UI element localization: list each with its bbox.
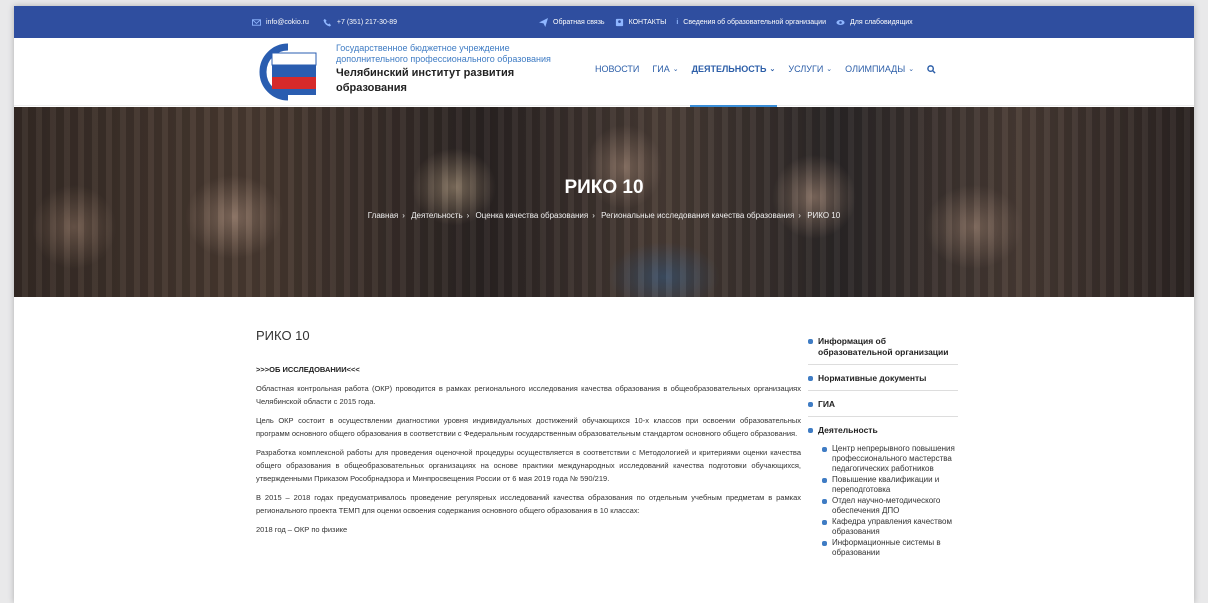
nav-services-label: УСЛУГИ (788, 64, 824, 74)
feedback-link[interactable]: Обратная связь (539, 17, 605, 27)
paragraph: В 2015 – 2018 годах предусматривалось пр… (256, 493, 801, 515)
hero-banner: РИКО 10 Главная › Деятельность › Оценка ка… (14, 107, 1194, 297)
content-title: РИКО 10 (256, 328, 310, 343)
chevron-down-icon: ⌄ (672, 66, 679, 73)
sidebar-subitem-label: Центр непрерывного повышения профессиона… (832, 444, 955, 473)
sidebar-item-label: ГИА (818, 399, 836, 409)
sidebar-subitem-methodical-dept[interactable]: Отдел научно-методического обеспечения Д… (822, 496, 958, 516)
bullet-icon (808, 428, 813, 433)
about-heading: >>>ОБ ИССЛЕДОВАНИИ<<< (256, 365, 360, 374)
nav-gia[interactable]: ГИА ⌄ (652, 64, 678, 74)
paragraph: 2018 год – ОКР по физике (256, 525, 348, 534)
bullet-icon (822, 478, 827, 483)
breadcrumb-regional-research[interactable]: Региональные исследования качества образ… (601, 211, 794, 220)
bullet-icon (822, 447, 827, 452)
paper-plane-icon (539, 17, 548, 27)
sidebar-subitem-quality-chair[interactable]: Кафедра управления качеством образования (822, 517, 958, 537)
feedback-text: Обратная связь (553, 18, 605, 26)
bullet-icon (808, 402, 813, 407)
sidebar-item-label: Деятельность (818, 425, 878, 435)
sidebar-subitem-label: Повышение квалификации и переподготовка (832, 475, 940, 494)
nav-olympiads-label: ОЛИМПИАДЫ (845, 64, 906, 74)
accessible-text: Для слабовидящих (850, 18, 913, 26)
org-info-link[interactable]: i Сведения об образовательной организаци… (676, 19, 826, 26)
contacts-link[interactable]: КОНТАКТЫ (615, 18, 667, 27)
search-icon (927, 64, 936, 74)
bullet-icon (822, 541, 827, 546)
chevron-down-icon: ⌄ (908, 66, 915, 73)
contacts-icon (615, 18, 623, 26)
sidebar-subitem-center[interactable]: Центр непрерывного повышения профессиона… (822, 444, 958, 474)
page-title: РИКО 10 (564, 177, 644, 198)
sidebar-item-normative-docs[interactable]: Нормативные документы (808, 373, 958, 391)
bullet-icon (822, 499, 827, 504)
breadcrumb: Главная › Деятельность › Оценка качества о… (14, 211, 1194, 220)
paragraph: Областная контрольная работа (ОКР) прово… (256, 384, 801, 406)
nav-gia-label: ГИА (652, 64, 670, 74)
phone-icon (323, 18, 332, 27)
sidebar-item-gia[interactable]: ГИА (808, 399, 958, 417)
bullet-icon (808, 376, 813, 381)
breadcrumb-separator: › (592, 211, 595, 220)
phone-link[interactable]: +7 (351) 217-30-89 (323, 18, 397, 27)
sidebar-subitem-label: Кафедра управления качеством образования (832, 517, 952, 536)
sidebar-subitem-label: Отдел научно-методического обеспечения Д… (832, 496, 941, 515)
nav-news[interactable]: НОВОСТИ (595, 64, 639, 74)
eye-icon (836, 19, 845, 25)
sidebar-item-org-info[interactable]: Информация об образовательной организаци… (808, 336, 958, 365)
nav-activity-label: ДЕЯТЕЛЬНОСТЬ (691, 64, 767, 74)
hero-overlay (14, 107, 1194, 297)
nav-olympiads[interactable]: ОЛИМПИАДЫ ⌄ (845, 64, 914, 74)
breadcrumb-home[interactable]: Главная (368, 211, 398, 220)
paragraph: Цель ОКР состоит в осуществлении диагнос… (256, 416, 801, 438)
org-type-line2: дополнительного профессионального образо… (336, 54, 551, 64)
nav-services[interactable]: УСЛУГИ ⌄ (788, 64, 832, 74)
sidebar-subitem-qualification[interactable]: Повышение квалификации и переподготовка (822, 475, 958, 495)
sidebar: Информация об образовательной организаци… (808, 336, 958, 559)
accessible-version-link[interactable]: Для слабовидящих (836, 18, 913, 27)
breadcrumb-separator: › (402, 211, 405, 220)
phone-text: +7 (351) 217-30-89 (336, 18, 398, 26)
top-bar: info@cokio.ru +7 (351) 217-30-89 Обратна… (14, 6, 1194, 38)
chevron-down-icon: ⌄ (769, 66, 776, 73)
chevron-down-icon: ⌄ (826, 66, 833, 73)
breadcrumb-current: РИКО 10 (807, 211, 841, 220)
sidebar-item-label: Нормативные документы (818, 373, 927, 383)
nav-activity[interactable]: ДЕЯТЕЛЬНОСТЬ ⌄ (689, 64, 778, 108)
main-nav: НОВОСТИ ГИА ⌄ ДЕЯТЕЛЬНОСТЬ ⌄ УСЛУГИ ⌄ ОЛИМП… (595, 64, 936, 108)
contacts-text: КОНТАКТЫ (628, 18, 667, 26)
nav-news-label: НОВОСТИ (595, 64, 640, 74)
breadcrumb-activity[interactable]: Деятельность (411, 211, 463, 220)
org-name-line2: образования (336, 82, 407, 94)
envelope-icon (252, 18, 261, 26)
search-button[interactable] (927, 64, 936, 74)
institute-logo[interactable] (254, 43, 322, 101)
bullet-icon (808, 339, 813, 344)
org-name-line1: Челябинский институт развития (336, 67, 515, 79)
browser-page: info@cokio.ru +7 (351) 217-30-89 Обратна… (14, 6, 1194, 603)
email-text: info@cokio.ru (266, 18, 309, 26)
sidebar-subitem-label: Информационные системы в образовании (832, 538, 941, 557)
paragraph: Разработка комплексной работы для провед… (256, 448, 801, 483)
main-content: РИКО 10 >>>ОБ ИССЛЕДОВАНИИ<<< Областная … (256, 328, 801, 542)
sidebar-subitem-info-systems[interactable]: Информационные системы в образовании (822, 538, 958, 558)
org-type-line1: Государственное бюджетное учреждение (336, 43, 510, 53)
breadcrumb-separator: › (798, 211, 801, 220)
organization-name[interactable]: Государственное бюджетное учреждение доп… (336, 43, 576, 95)
bullet-icon (822, 520, 827, 525)
org-info-text: Сведения об образовательной организации (683, 18, 827, 26)
sidebar-item-label: Информация об образовательной организаци… (818, 336, 949, 357)
breadcrumb-separator: › (466, 211, 470, 220)
email-link[interactable]: info@cokio.ru (252, 18, 309, 27)
info-icon: i (676, 18, 679, 26)
sidebar-submenu: Центр непрерывного повышения профессиона… (822, 444, 958, 558)
site-header: Государственное бюджетное учреждение доп… (14, 38, 1194, 108)
sidebar-item-activity[interactable]: Деятельность (808, 425, 958, 442)
breadcrumb-quality-assessment[interactable]: Оценка качества образования (476, 211, 589, 220)
